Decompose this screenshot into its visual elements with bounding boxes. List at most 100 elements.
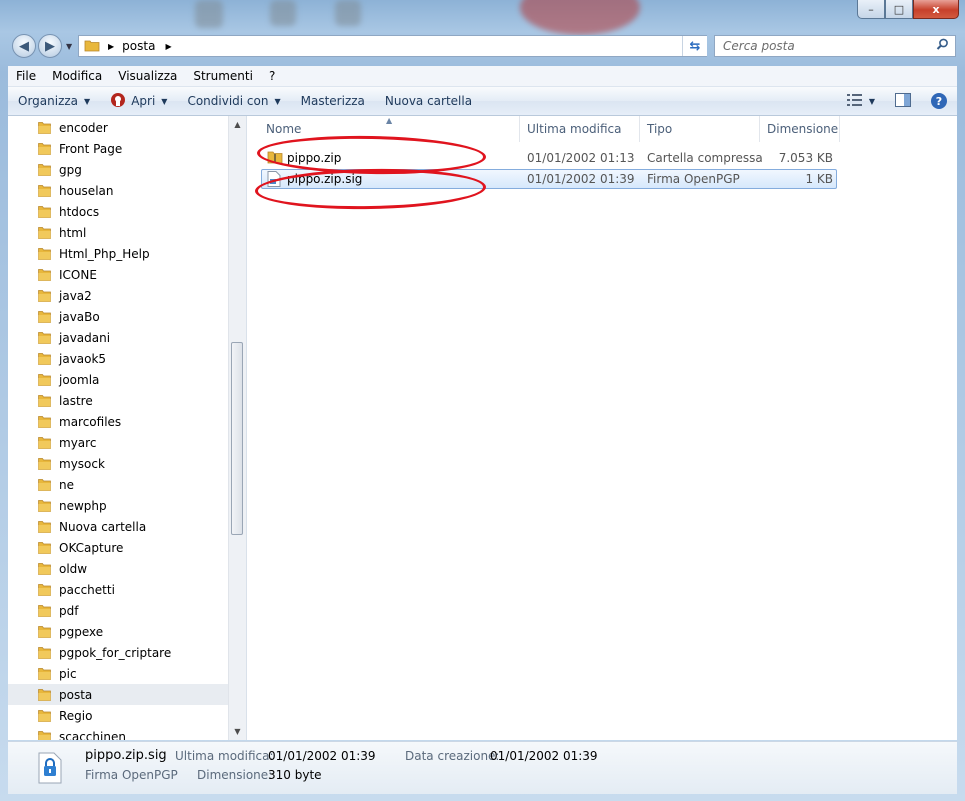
folder-icon	[38, 688, 51, 701]
nav-folder-item[interactable]: gpg	[8, 159, 230, 180]
new-folder-button[interactable]: Nuova cartella	[375, 87, 482, 115]
search-input[interactable]: Cerca posta	[715, 39, 936, 53]
chevron-down-icon: ▼	[84, 96, 91, 106]
menu-edit[interactable]: Modifica	[44, 69, 110, 83]
details-created-value: 01/01/2002 01:39	[490, 749, 598, 763]
menu-tools[interactable]: Strumenti	[185, 69, 261, 83]
nav-folder-item[interactable]: posta	[8, 684, 230, 705]
close-button[interactable]: x	[913, 0, 959, 19]
share-button[interactable]: Condividi con ▼	[177, 87, 290, 115]
nav-folder-item[interactable]: java2	[8, 285, 230, 306]
background-blur	[520, 0, 640, 35]
background-blur	[270, 0, 296, 26]
folder-icon	[38, 730, 51, 740]
nav-folder-label: Front Page	[59, 141, 123, 156]
nav-folder-item[interactable]: joomla	[8, 369, 230, 390]
history-dropdown-icon[interactable]: ▼	[66, 42, 72, 51]
open-app-icon	[110, 92, 126, 111]
nav-folder-item[interactable]: html	[8, 222, 230, 243]
nav-folder-item[interactable]: Html_Php_Help	[8, 243, 230, 264]
refresh-icon: ⇆	[689, 38, 701, 54]
address-bar[interactable]: ▶ posta ▶ ▼	[78, 35, 707, 57]
nav-folder-label: html	[59, 225, 87, 240]
search-icon[interactable]	[936, 38, 949, 54]
nav-folder-item[interactable]: ICONE	[8, 264, 230, 285]
folder-icon	[38, 499, 51, 512]
nav-folder-item[interactable]: OKCapture	[8, 537, 230, 558]
nav-folder-item[interactable]: pic	[8, 663, 230, 684]
column-header-type[interactable]: Tipo	[639, 116, 760, 142]
nav-folder-label: Regio	[59, 708, 93, 723]
search-box[interactable]: Cerca posta	[714, 35, 956, 57]
breadcrumb-item[interactable]: posta	[122, 39, 155, 53]
folder-icon	[38, 163, 51, 176]
breadcrumb-separator-icon[interactable]: ▶	[108, 42, 114, 51]
folder-icon	[38, 373, 51, 386]
minimize-button[interactable]: –	[857, 0, 885, 19]
nav-folder-item[interactable]: Regio	[8, 705, 230, 726]
nav-folder-item[interactable]: Nuova cartella	[8, 516, 230, 537]
navigation-pane: encoder Front Page gpg houselan htdocs html Ht…	[8, 116, 247, 740]
folder-icon	[38, 520, 51, 533]
nav-folder-item[interactable]: htdocs	[8, 201, 230, 222]
folder-icon	[38, 226, 51, 239]
folder-icon	[84, 38, 100, 55]
folder-icon	[38, 478, 51, 491]
nav-folder-item[interactable]: pgpok_for_criptare	[8, 642, 230, 663]
nav-folder-item[interactable]: mysock	[8, 453, 230, 474]
nav-folder-item[interactable]: Front Page	[8, 138, 230, 159]
nav-folder-item[interactable]: marcofiles	[8, 411, 230, 432]
folder-icon	[38, 541, 51, 554]
nav-folder-item[interactable]: javaok5	[8, 348, 230, 369]
organize-button[interactable]: Organizza ▼	[8, 87, 100, 115]
file-size: 1 KB	[805, 172, 833, 186]
nav-folder-item[interactable]: houselan	[8, 180, 230, 201]
file-size: 7.053 KB	[778, 151, 833, 165]
refresh-button[interactable]: ⇆	[682, 36, 707, 56]
column-header-modified[interactable]: Ultima modifica	[519, 116, 640, 142]
scrollbar-thumb[interactable]	[231, 342, 243, 535]
share-label: Condividi con	[187, 94, 269, 108]
back-button[interactable]: ◀	[12, 34, 36, 58]
view-options-button[interactable]: ▼	[837, 87, 885, 115]
forward-button[interactable]: ▶	[38, 34, 62, 58]
menu-help[interactable]: ?	[261, 69, 283, 83]
scroll-up-icon[interactable]: ▲	[229, 116, 246, 133]
scroll-down-icon[interactable]: ▼	[229, 723, 246, 740]
open-button[interactable]: Apri ▼	[100, 87, 177, 115]
organize-label: Organizza	[18, 94, 79, 108]
nav-folder-item[interactable]: newphp	[8, 495, 230, 516]
nav-folder-label: mysock	[59, 456, 105, 471]
column-header-size[interactable]: Dimensione	[759, 116, 840, 142]
folder-icon	[38, 583, 51, 596]
nav-folder-item[interactable]: pgpexe	[8, 621, 230, 642]
nav-folder-label: joomla	[59, 372, 100, 387]
folder-icon	[38, 625, 51, 638]
caption-buttons: – □ x	[857, 0, 959, 20]
menu-view[interactable]: Visualizza	[110, 69, 185, 83]
maximize-button[interactable]: □	[885, 0, 913, 19]
nav-folder-item[interactable]: scacchinen	[8, 726, 230, 740]
preview-pane-button[interactable]	[885, 87, 921, 115]
nav-folder-label: javaBo	[59, 309, 100, 324]
nav-folder-item[interactable]: oldw	[8, 558, 230, 579]
nav-folder-item[interactable]: javadani	[8, 327, 230, 348]
nav-folder-item[interactable]: pdf	[8, 600, 230, 621]
nav-scrollbar[interactable]: ▲ ▼	[228, 116, 246, 740]
nav-folder-label: java2	[59, 288, 92, 303]
background-blur	[335, 0, 361, 26]
nav-folder-label: marcofiles	[59, 414, 122, 429]
breadcrumb-separator-icon[interactable]: ▶	[165, 42, 171, 51]
folder-icon	[38, 352, 51, 365]
nav-folder-item[interactable]: ne	[8, 474, 230, 495]
nav-folder-item[interactable]: encoder	[8, 117, 230, 138]
help-button[interactable]: ?	[921, 87, 957, 115]
nav-folder-item[interactable]: pacchetti	[8, 579, 230, 600]
burn-button[interactable]: Masterizza	[291, 87, 375, 115]
nav-folder-item[interactable]: lastre	[8, 390, 230, 411]
nav-folder-item[interactable]: myarc	[8, 432, 230, 453]
view-list-icon	[846, 93, 863, 109]
menu-file[interactable]: File	[8, 69, 44, 83]
nav-folder-item[interactable]: javaBo	[8, 306, 230, 327]
explorer-window: – □ x ◀ ▶ ▼ ▶ posta ▶ ▼ ⇆ Cerca posta Fi…	[0, 0, 965, 801]
